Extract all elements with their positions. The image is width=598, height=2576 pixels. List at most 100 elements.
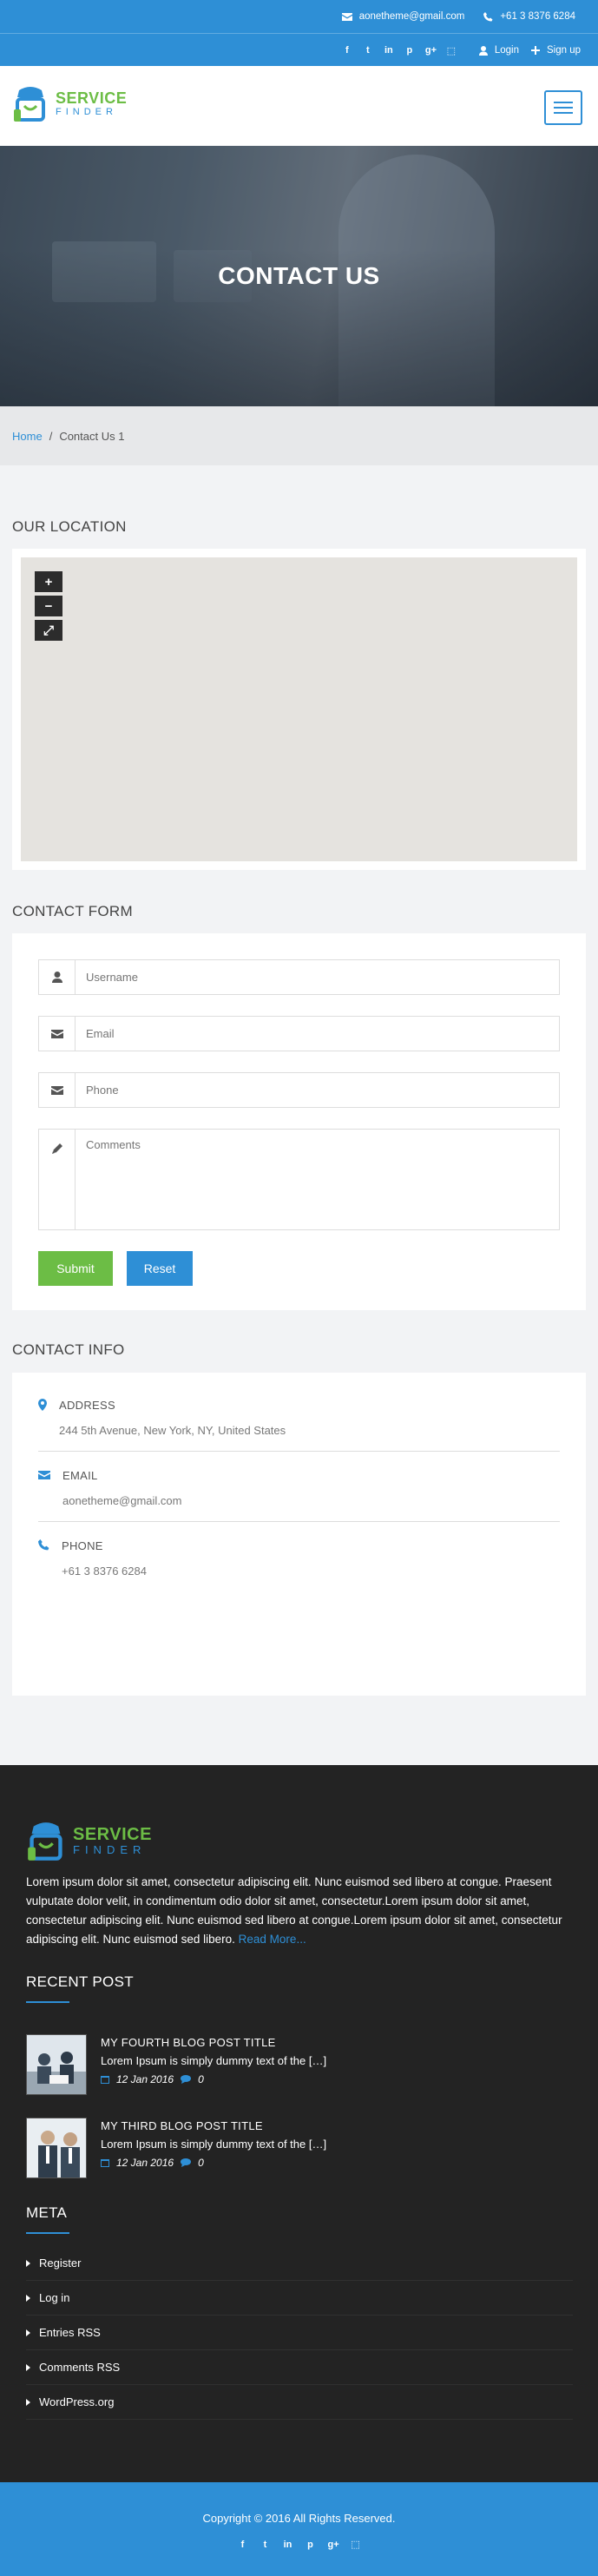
meta-title: META: [26, 2204, 68, 2221]
username-field: [38, 959, 560, 995]
copyright-bar: Copyright © 2016 All Rights Reserved. f …: [0, 2482, 598, 2576]
top-bar: aonetheme@gmail.com +61 3 8376 6284 f t …: [0, 0, 598, 66]
envelope-icon: [341, 12, 352, 21]
logo-text-finder: FINDER: [56, 107, 117, 117]
location-map[interactable]: + − ⤢: [21, 557, 577, 861]
top-email[interactable]: aonetheme@gmail.com: [341, 11, 464, 22]
footer-logo[interactable]: SERVICE FINDER: [26, 1819, 573, 1864]
map-controls: + − ⤢: [35, 571, 62, 641]
post-photo-image: [27, 2035, 86, 2094]
hero-banner: CONTACT US: [0, 146, 598, 406]
share-icon[interactable]: ⬚: [351, 2539, 361, 2550]
contact-info-title: CONTACT INFO: [12, 1341, 125, 1358]
post-date: 12 Jan 2016: [116, 2073, 174, 2085]
top-social-icons: f t in p g+ ⬚: [342, 45, 457, 56]
footer-about: SERVICE FINDER Lorem ipsum dolor sit ame…: [26, 1819, 573, 2420]
meta-link-comments-rss[interactable]: Comments RSS: [26, 2350, 573, 2385]
pinterest-icon[interactable]: p: [306, 2540, 316, 2550]
calendar-icon: [101, 2076, 109, 2084]
twitter-icon[interactable]: t: [363, 45, 373, 56]
logo-icon: [28, 1822, 62, 1861]
zoom-in-button[interactable]: +: [35, 571, 62, 592]
caret-right-icon: [26, 2259, 30, 2267]
post-comment-count: 0: [198, 2073, 204, 2085]
username-input[interactable]: [76, 960, 559, 994]
caret-right-icon: [26, 2363, 30, 2371]
email-field: [38, 1016, 560, 1051]
hamburger-menu-button[interactable]: [544, 90, 582, 125]
fullscreen-button[interactable]: ⤢: [35, 620, 62, 641]
post-thumbnail[interactable]: [26, 2118, 87, 2178]
site-header: SERVICE FINDER: [0, 66, 598, 146]
facebook-icon[interactable]: f: [238, 2540, 248, 2550]
contact-form: Submit Reset: [12, 933, 586, 1310]
comments-icon: [181, 2075, 192, 2084]
meta-links: Register Log in Entries RSS Comments RSS…: [26, 2246, 573, 2420]
user-icon: [478, 45, 488, 56]
footer-logo-text-finder: FINDER: [73, 1843, 147, 1856]
contact-form-title: CONTACT FORM: [12, 903, 133, 919]
post-comment-count: 0: [198, 2157, 204, 2169]
page-title: CONTACT US: [218, 262, 380, 289]
plus-icon: [530, 46, 540, 55]
envelope-icon: [50, 1085, 63, 1095]
caret-right-icon: [26, 2398, 30, 2406]
linkedin-icon[interactable]: in: [283, 2540, 293, 2550]
breadcrumb-home-link[interactable]: Home: [12, 430, 43, 443]
twitter-icon[interactable]: t: [260, 2540, 271, 2550]
share-icon[interactable]: ⬚: [446, 45, 457, 56]
phone-icon: [38, 1539, 49, 1551]
post-excerpt: Lorem Ipsum is simply dummy text of the …: [101, 2054, 327, 2067]
post-photo-image: [27, 2118, 86, 2177]
site-logo[interactable]: SERVICE FINDER: [12, 85, 127, 123]
post-title[interactable]: MY THIRD BLOG POST TITLE: [101, 2119, 326, 2132]
post-title[interactable]: MY FOURTH BLOG POST TITLE: [101, 2036, 326, 2049]
pencil-icon: [51, 1143, 62, 1154]
copyright-text: Copyright © 2016 All Rights Reserved.: [202, 2512, 396, 2525]
site-footer: SERVICE FINDER Lorem ipsum dolor sit ame…: [0, 1765, 598, 2482]
login-link[interactable]: Login: [478, 45, 519, 56]
reset-button[interactable]: Reset: [127, 1251, 193, 1286]
comments-textarea[interactable]: [76, 1130, 559, 1229]
post-excerpt: Lorem Ipsum is simply dummy text of the …: [101, 2138, 327, 2151]
google-plus-icon[interactable]: g+: [425, 45, 437, 56]
info-address: ADDRESS 244 5th Avenue, New York, NY, Un…: [38, 1399, 560, 1452]
comments-field: [38, 1129, 560, 1230]
contact-info-card: ADDRESS 244 5th Avenue, New York, NY, Un…: [12, 1373, 586, 1696]
envelope-icon: [38, 1471, 50, 1479]
envelope-icon: [50, 1029, 63, 1038]
pinterest-icon[interactable]: p: [404, 45, 415, 56]
footer-social-icons: f t in p g+ ⬚: [0, 2539, 598, 2551]
signup-link[interactable]: Sign up: [530, 45, 581, 56]
meta-link-entries-rss[interactable]: Entries RSS: [26, 2316, 573, 2350]
top-phone[interactable]: +61 3 8376 6284: [483, 11, 575, 22]
post-date: 12 Jan 2016: [116, 2157, 174, 2169]
submit-button[interactable]: Submit: [38, 1251, 113, 1286]
email-input[interactable]: [76, 1017, 559, 1051]
recent-post-item[interactable]: MY FOURTH BLOG POST TITLE Lorem Ipsum is…: [26, 2034, 573, 2095]
user-icon: [51, 972, 62, 983]
top-contact-row: aonetheme@gmail.com +61 3 8376 6284: [0, 0, 598, 34]
phone-input[interactable]: [76, 1073, 559, 1107]
meta-link-wordpress[interactable]: WordPress.org: [26, 2385, 573, 2420]
logo-text-service: SERVICE: [56, 89, 128, 107]
read-more-link[interactable]: Read More...: [239, 1933, 306, 1946]
menu-bar-icon: [554, 102, 573, 103]
meta-link-login[interactable]: Log in: [26, 2281, 573, 2316]
top-account-row: f t in p g+ ⬚ Login Sign up: [0, 35, 598, 66]
post-thumbnail[interactable]: [26, 2034, 87, 2095]
location-title: OUR LOCATION: [12, 518, 127, 535]
recent-post-title: RECENT POST: [26, 1973, 134, 1990]
recent-post-item[interactable]: MY THIRD BLOG POST TITLE Lorem Ipsum is …: [26, 2118, 573, 2178]
breadcrumb-separator: /: [49, 429, 53, 443]
facebook-icon[interactable]: f: [342, 45, 352, 56]
footer-about-text: Lorem ipsum dolor sit amet, consectetur …: [26, 1875, 562, 1946]
info-phone: PHONE +61 3 8376 6284: [38, 1539, 560, 1591]
linkedin-icon[interactable]: in: [384, 45, 394, 56]
google-plus-icon[interactable]: g+: [328, 2540, 339, 2550]
meta-link-register[interactable]: Register: [26, 2246, 573, 2281]
zoom-out-button[interactable]: −: [35, 596, 62, 616]
phone-icon: [483, 11, 493, 21]
caret-right-icon: [26, 2329, 30, 2336]
info-email: EMAIL aonetheme@gmail.com: [38, 1469, 560, 1522]
